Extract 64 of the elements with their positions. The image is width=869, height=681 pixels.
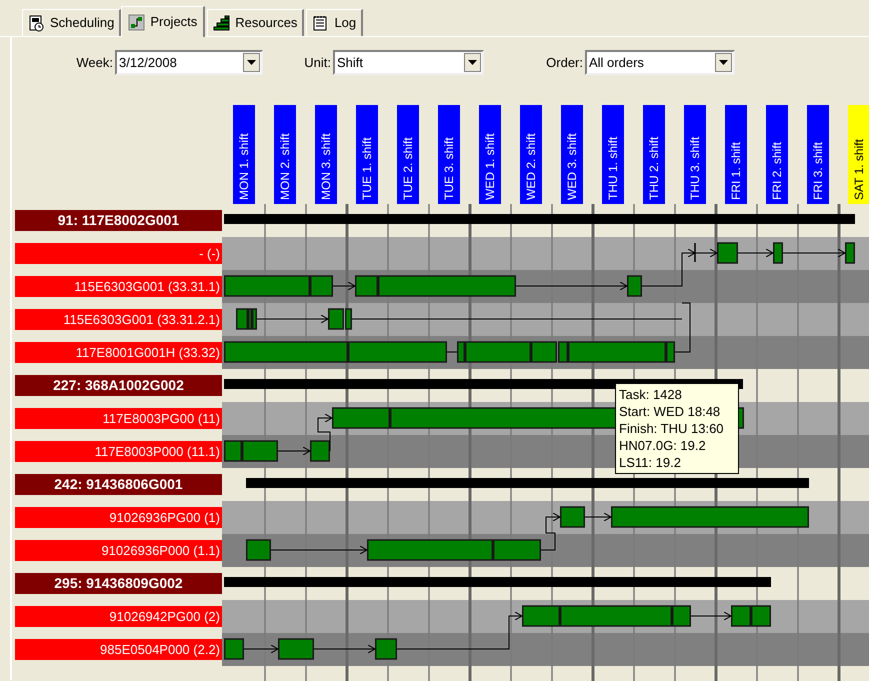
order-label: 91: 117E8002G001 (15, 210, 222, 231)
column-header: WED 3. shift (561, 105, 583, 204)
caret-icon[interactable] (464, 53, 481, 72)
dependency-arrow (690, 612, 732, 620)
dependency-arrow (318, 414, 332, 452)
task-label[interactable]: 117E8001G001H (33.32) (15, 342, 222, 363)
task-label[interactable]: 91026942PG00 (2) (15, 606, 222, 627)
order-label: 242: 91436806G001 (15, 474, 222, 495)
column-header: MON 1. shift (233, 105, 255, 204)
column-header: MON 2. shift (274, 105, 296, 204)
dropdown[interactable]: Shift (333, 50, 484, 75)
tooltip-line: Finish: THU 13:60 (619, 420, 725, 437)
task-label[interactable]: 91026936P000 (1.1) (15, 540, 222, 561)
tooltip-line: HN07.0G: 19.2 (619, 437, 707, 454)
column-header: WED 1. shift (479, 105, 501, 204)
tooltip-line: Start: WED 18:48 (619, 403, 722, 420)
field-label: Unit: (303, 54, 332, 72)
dependency-arrow (256, 314, 328, 324)
order-label: 227: 368A1002G002 (15, 375, 222, 396)
column-header: SAT 1. shift (848, 105, 869, 204)
dependency-arrow (332, 282, 356, 290)
task-label[interactable]: 985E0504P000 (2.2) (15, 639, 222, 660)
order-label: 295: 91436809G002 (15, 573, 222, 594)
dependency-arrow (584, 512, 612, 522)
column-header: MON 3. shift (315, 105, 337, 204)
column-header: FRI 1. shift (725, 105, 747, 204)
task-label[interactable]: 117E8003PG00 (11) (15, 408, 222, 429)
tab[interactable]: Scheduling (22, 9, 122, 36)
stairs-icon (213, 14, 230, 32)
dependency-arrow (244, 644, 278, 654)
notepad-icon (312, 14, 330, 32)
column-header: TUE 1. shift (356, 105, 378, 204)
task-label[interactable]: 115E6303G001 (33.31.2.1) (15, 309, 222, 330)
task-label[interactable]: 91026936PG00 (1) (15, 507, 222, 528)
field-label: Week: (75, 54, 114, 72)
dropdown[interactable]: All orders (585, 50, 735, 75)
caret-icon[interactable] (243, 53, 260, 72)
tooltip-line: LS11: 19.2 (619, 454, 682, 471)
tooltip-line: Task: 1428 (619, 386, 683, 403)
column-header: FRI 3. shift (807, 105, 829, 204)
dependency-arrow (738, 248, 774, 258)
column-header: FRI 2. shift (766, 105, 788, 204)
dependency-arrow (314, 644, 376, 654)
column-header: TUE 3. shift (438, 105, 460, 204)
task-label[interactable]: 117E8003P000 (11.1) (15, 441, 222, 462)
caret-icon[interactable] (715, 53, 732, 72)
column-header: THU 1. shift (602, 105, 624, 204)
task-label[interactable]: - (-) (15, 243, 222, 264)
step-chart-icon (128, 14, 146, 30)
calendar-clock-icon (28, 14, 45, 32)
column-header: WED 2. shift (520, 105, 542, 204)
column-header: THU 3. shift (684, 105, 706, 204)
column-header: THU 2. shift (643, 105, 665, 204)
column-header: TUE 2. shift (397, 105, 419, 204)
milestone-marker (694, 243, 696, 262)
tab[interactable]: Log (306, 9, 364, 36)
field-label: Order: (545, 54, 584, 72)
task-label[interactable]: 115E6303G001 (33.31.1) (15, 276, 222, 297)
tab[interactable]: Resources (207, 9, 304, 36)
dependency-arrow (782, 248, 846, 258)
dropdown[interactable]: 3/12/2008 (115, 50, 263, 75)
dependency-arrow (540, 512, 560, 550)
tab[interactable]: Projects (121, 6, 206, 37)
dependency-arrow (278, 446, 310, 456)
